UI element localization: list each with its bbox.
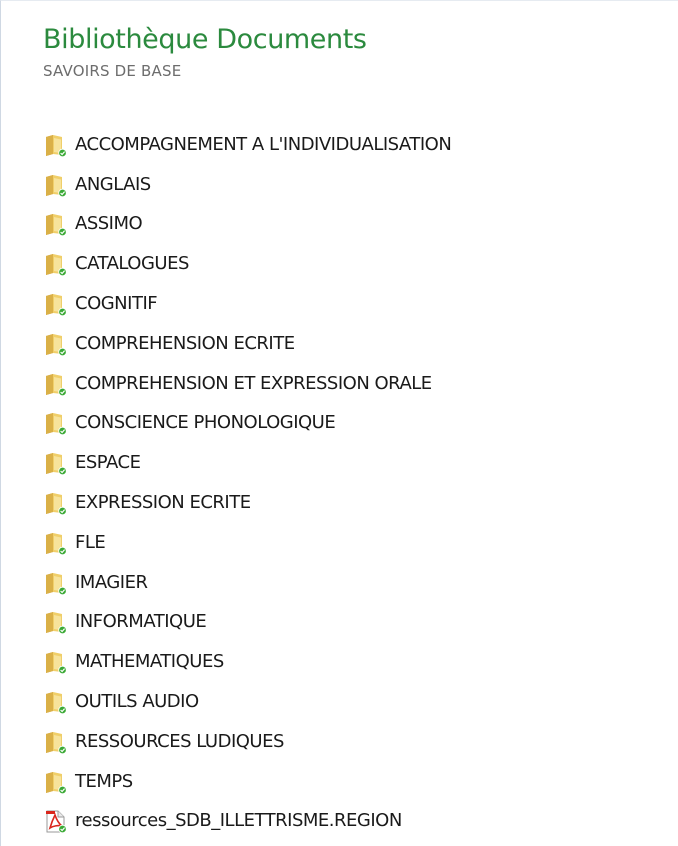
shared-folder-icon [43, 290, 71, 318]
folder-item[interactable]: RESSOURCES LUDIQUES [43, 722, 668, 762]
file-item[interactable]: ressources_SDB_ILLETTRISME.REGION [43, 802, 668, 842]
folder-item[interactable]: ESPACE [43, 443, 668, 483]
shared-folder-icon [43, 131, 71, 159]
file-list: ACCOMPAGNEMENT A L'INDIVIDUALISATION ANGL… [43, 125, 668, 841]
folder-item[interactable]: COMPREHENSION ET EXPRESSION ORALE [43, 364, 668, 404]
shared-folder-icon [43, 728, 71, 756]
shared-folder-icon [43, 688, 71, 716]
folder-name: ANGLAIS [75, 173, 151, 195]
library-header: Bibliothèque Documents SAVOIRS DE BASE [43, 23, 658, 81]
library-window: Bibliothèque Documents SAVOIRS DE BASE A… [0, 0, 678, 846]
shared-folder-icon [43, 250, 71, 278]
page-subtitle: SAVOIRS DE BASE [43, 62, 182, 80]
shared-folder-icon [43, 330, 71, 358]
folder-item[interactable]: EXPRESSION ECRITE [43, 483, 668, 523]
shared-folder-icon [43, 608, 71, 636]
shared-folder-icon [43, 449, 71, 477]
folder-name: COGNITIF [75, 293, 158, 315]
folder-name: ASSIMO [75, 213, 143, 235]
folder-item[interactable]: ACCOMPAGNEMENT A L'INDIVIDUALISATION [43, 125, 668, 165]
folder-name: COMPREHENSION ET EXPRESSION ORALE [75, 372, 432, 394]
folder-name: TEMPS [75, 770, 133, 792]
folder-item[interactable]: INFORMATIQUE [43, 603, 668, 643]
folder-name: MATHEMATIQUES [75, 651, 224, 673]
shared-folder-icon [43, 210, 71, 238]
folder-name: CATALOGUES [75, 253, 189, 275]
folder-item[interactable]: ASSIMO [43, 205, 668, 245]
folder-name: CONSCIENCE PHONOLOGIQUE [75, 412, 336, 434]
page-title: Bibliothèque Documents [43, 24, 367, 55]
folder-name: COMPREHENSION ECRITE [75, 332, 295, 354]
folder-name: EXPRESSION ECRITE [75, 492, 251, 514]
shared-folder-icon [43, 370, 71, 398]
folder-item[interactable]: CONSCIENCE PHONOLOGIQUE [43, 404, 668, 444]
folder-name: ACCOMPAGNEMENT A L'INDIVIDUALISATION [75, 133, 452, 155]
folder-item[interactable]: FLE [43, 523, 668, 563]
folder-item[interactable]: IMAGIER [43, 563, 668, 603]
folder-name: RESSOURCES LUDIQUES [75, 730, 284, 752]
shared-folder-icon [43, 648, 71, 676]
folder-item[interactable]: MATHEMATIQUES [43, 642, 668, 682]
folder-item[interactable]: COMPREHENSION ECRITE [43, 324, 668, 364]
folder-item[interactable]: CATALOGUES [43, 244, 668, 284]
folder-name: OUTILS AUDIO [75, 691, 199, 713]
folder-name: ESPACE [75, 452, 141, 474]
shared-folder-icon [43, 489, 71, 517]
file-name: ressources_SDB_ILLETTRISME.REGION [75, 810, 402, 832]
shared-folder-icon [43, 569, 71, 597]
folder-name: IMAGIER [75, 571, 148, 593]
folder-item[interactable]: COGNITIF [43, 284, 668, 324]
pdf-file-icon [43, 807, 71, 835]
shared-folder-icon [43, 409, 71, 437]
folder-item[interactable]: ANGLAIS [43, 165, 668, 205]
folder-name: INFORMATIQUE [75, 611, 207, 633]
shared-folder-icon [43, 529, 71, 557]
shared-folder-icon [43, 768, 71, 796]
shared-folder-icon [43, 171, 71, 199]
folder-item[interactable]: TEMPS [43, 762, 668, 802]
folder-item[interactable]: OUTILS AUDIO [43, 682, 668, 722]
folder-name: FLE [75, 531, 106, 553]
